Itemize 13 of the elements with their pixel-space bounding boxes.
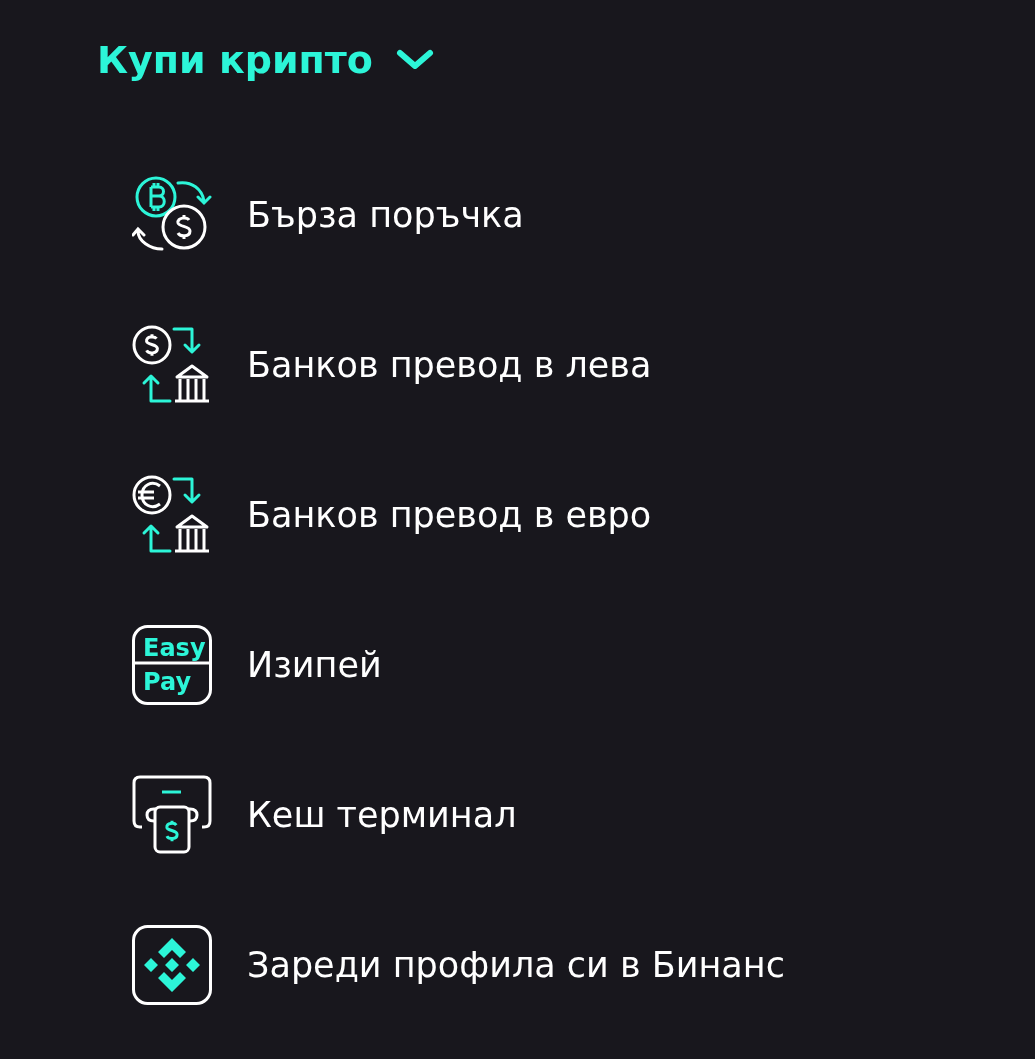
menu-header[interactable]: Купи крипто bbox=[97, 38, 435, 82]
cash-terminal-icon bbox=[132, 775, 212, 855]
dollar-bank-icon bbox=[132, 325, 212, 405]
menu-item[interactable]: Бърза поръчка bbox=[132, 175, 524, 255]
diamond-logo-icon bbox=[132, 925, 212, 1005]
menu-item[interactable]: Банков превод в евро bbox=[132, 475, 652, 555]
menu-item[interactable]: Банков превод в лева bbox=[132, 325, 652, 405]
menu-item[interactable]: Кеш терминал bbox=[132, 775, 517, 855]
payment-logo: Easy Pay bbox=[132, 625, 212, 705]
menu-item[interactable]: Зареди профила си в Бинанс bbox=[132, 925, 785, 1005]
euro-bank-icon bbox=[132, 475, 212, 555]
chevron-icon bbox=[394, 48, 435, 72]
menu-item[interactable]: Easy Pay Изипей bbox=[132, 625, 382, 705]
